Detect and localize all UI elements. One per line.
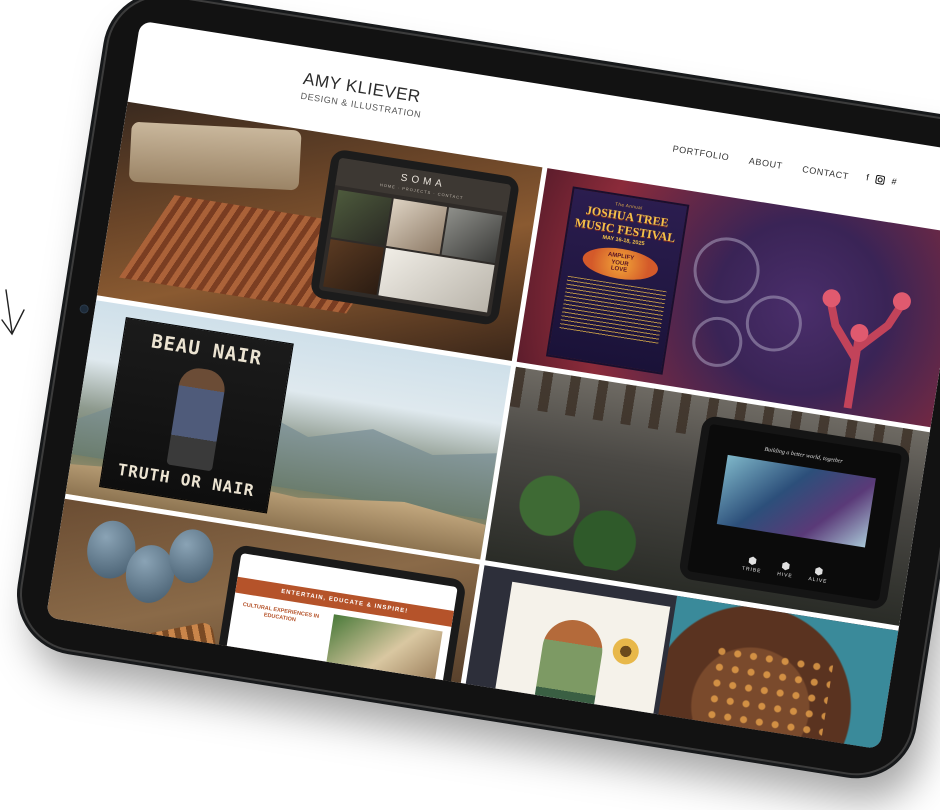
nav-about[interactable]: ABOUT <box>748 156 783 171</box>
website-screen: AMY KLIEVER DESIGN & ILLUSTRATION PORTFO… <box>45 20 940 750</box>
speaker-graphic <box>688 232 764 309</box>
education-callout: CULTURAL EXPERIENCES IN EDUCATION <box>242 601 320 624</box>
badge-line-3: LOVE <box>610 265 628 275</box>
tribe-icon: TRIBE <box>741 555 763 575</box>
education-tablet-screen: ENTERTAIN, EDUCATE & INSPIRE! CULTURAL E… <box>216 553 458 745</box>
doodle-arrow-icon <box>1 289 25 336</box>
soma-photo <box>385 198 447 255</box>
alive-icon: ALIVE <box>808 565 830 585</box>
camera-icon <box>80 304 89 313</box>
facebook-icon[interactable]: f <box>866 172 870 182</box>
poster-lineup <box>558 275 667 346</box>
basket-graphic <box>73 621 225 717</box>
album-cover: BEAU NAIR TRUTH OR NAIR <box>98 317 294 514</box>
main-nav: PORTFOLIO ABOUT CONTACT <box>672 144 850 182</box>
festival-poster: The Annual JOSHUA TREE MUSIC FESTIVAL MA… <box>545 186 689 375</box>
poster-badge: AMPLIFY YOUR LOVE <box>579 242 660 285</box>
soma-photo-grid <box>322 189 502 313</box>
social-links: f # <box>866 172 898 187</box>
instagram-icon[interactable] <box>875 174 886 185</box>
nav-portfolio[interactable]: PORTFOLIO <box>672 144 730 163</box>
sofa-graphic <box>128 121 302 191</box>
houzz-icon[interactable]: # <box>891 176 898 187</box>
soma-photo <box>441 207 502 264</box>
education-tablet-mockup: ENTERTAIN, EDUCATE & INSPIRE! CULTURAL E… <box>207 543 467 750</box>
joshua-tree-icon <box>822 289 911 413</box>
soma-photo <box>322 239 384 295</box>
education-photo <box>322 614 443 703</box>
tablet-device: AMY KLIEVER DESIGN & ILLUSTRATION PORTFO… <box>13 0 940 782</box>
nav-contact[interactable]: CONTACT <box>802 164 850 181</box>
speaker-graphic <box>741 291 806 356</box>
tribe-tablet-mockup: Building a better world, together TRIBE … <box>677 414 912 611</box>
album-title: BEAU NAIR <box>149 330 264 370</box>
speaker-graphic <box>688 313 746 371</box>
soma-photo <box>330 189 392 246</box>
tree-dots <box>694 642 834 750</box>
tribe-icons: TRIBE HIVE ALIVE <box>688 546 882 593</box>
soma-tablet-mockup: SOMA HOME · PROJECTS · CONTACT <box>308 148 521 327</box>
soma-tablet-screen: SOMA HOME · PROJECTS · CONTACT <box>318 157 511 318</box>
plants-graphic <box>496 463 659 576</box>
tribe-artwork <box>716 454 876 548</box>
tribe-tablet-screen: Building a better world, together TRIBE … <box>687 423 903 602</box>
album-figure <box>166 365 228 472</box>
hive-icon: HIVE <box>777 560 795 579</box>
